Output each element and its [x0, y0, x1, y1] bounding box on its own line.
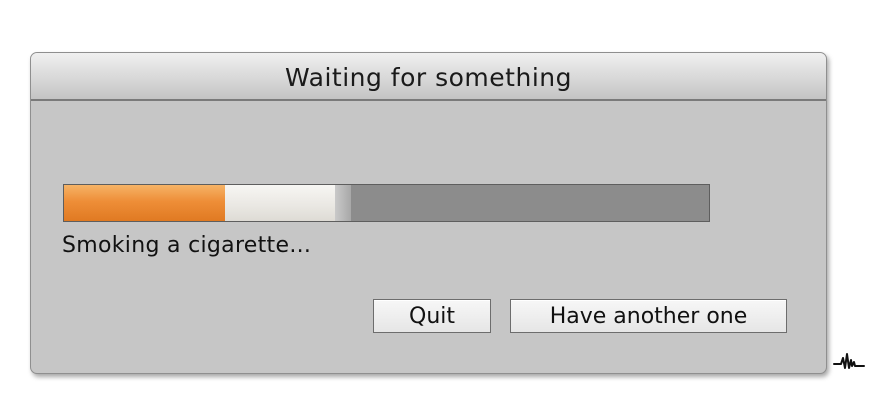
progress-dialog: Waiting for something Smoking a cigarett… [30, 52, 827, 374]
progress-tip-segment [335, 185, 351, 221]
status-text: Smoking a cigarette... [62, 233, 312, 258]
dialog-title: Waiting for something [285, 63, 572, 92]
have-another-one-button[interactable]: Have another one [510, 299, 787, 333]
progress-ash-segment [225, 185, 335, 221]
screen: Waiting for something Smoking a cigarett… [0, 0, 873, 420]
dialog-titlebar[interactable]: Waiting for something [31, 53, 826, 101]
quit-button[interactable]: Quit [373, 299, 491, 333]
signature-logo-icon [833, 353, 865, 369]
progress-bar [63, 184, 710, 222]
progress-burned-segment [64, 185, 225, 221]
